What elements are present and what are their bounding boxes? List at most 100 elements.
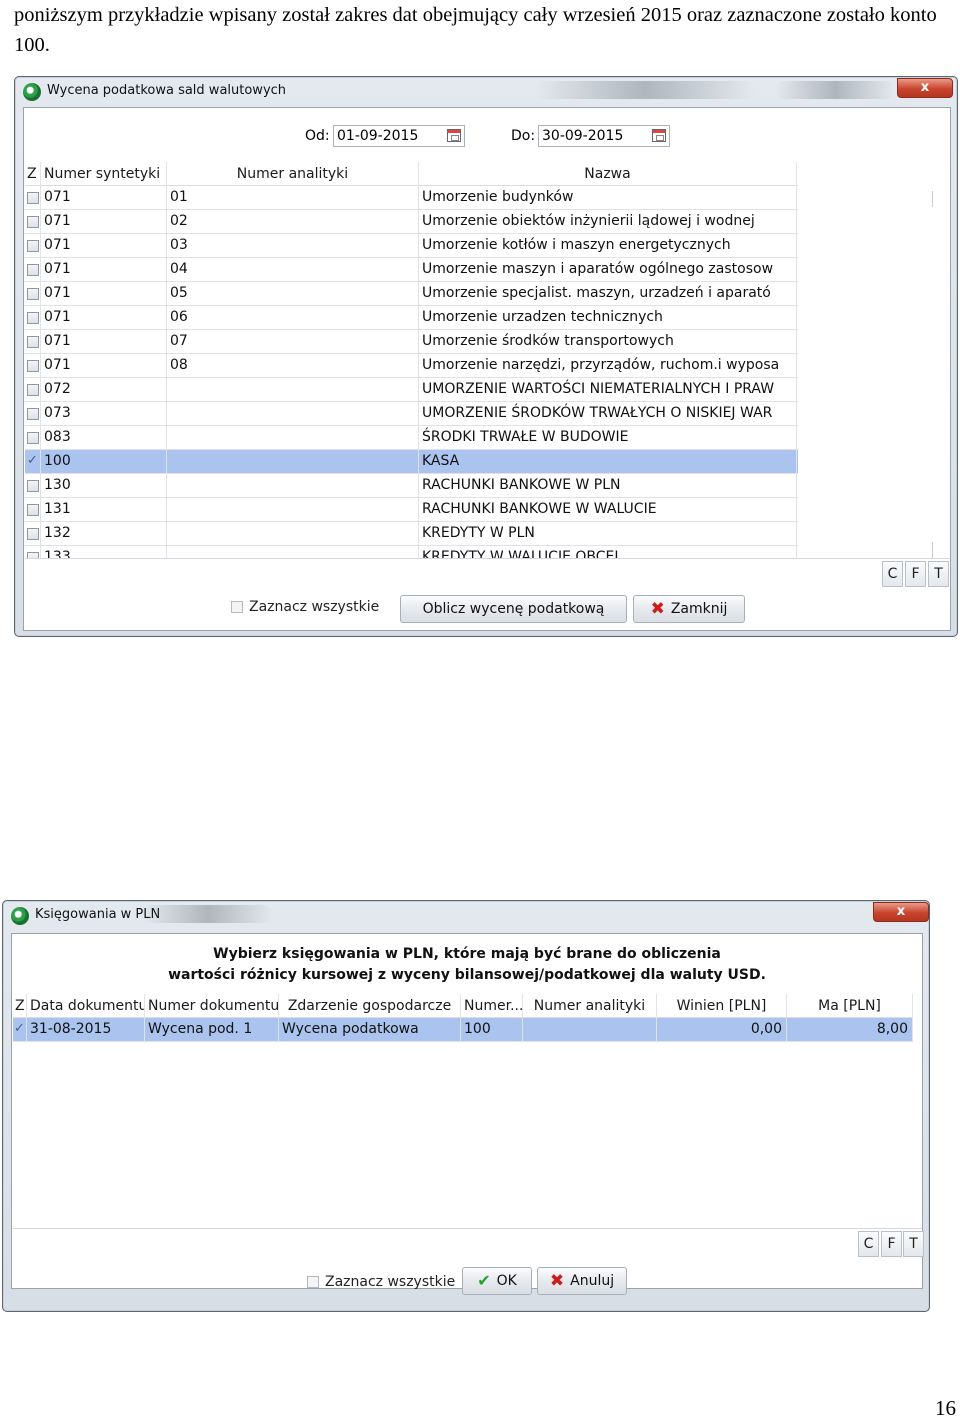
checked-checkbox-icon[interactable]: ✓ (14, 1022, 26, 1036)
checkbox[interactable] (26, 503, 39, 516)
table-row[interactable]: 071 07 Umorzenie środków transportowych (25, 330, 798, 354)
cell-syntetyka[interactable]: 131 (41, 498, 167, 521)
cell-nazwa[interactable]: RACHUNKI BANKOWE W PLN (419, 474, 797, 497)
row-checkbox-cell[interactable] (25, 378, 41, 401)
cell-analityka[interactable]: 07 (167, 330, 419, 353)
column-header-data-dokumentu[interactable]: Data dokumentu (27, 994, 145, 1018)
close-button[interactable]: ✖ Zamknij (633, 595, 745, 623)
cell-analityka[interactable]: 06 (167, 306, 419, 329)
cell-syntetyka[interactable]: 072 (41, 378, 167, 401)
row-checkbox-cell[interactable] (25, 306, 41, 329)
cell-syntetyka[interactable]: 133 (41, 546, 167, 558)
table-row[interactable]: 071 04 Umorzenie maszyn i aparatów ogólneg… (25, 258, 798, 282)
column-header-numer-dokumentu[interactable]: Numer dokumentu (145, 994, 279, 1018)
calendar-icon[interactable] (447, 129, 461, 142)
window-close-button[interactable]: x (873, 902, 929, 922)
cell-nazwa[interactable]: KASA (419, 450, 797, 473)
table-row[interactable]: 071 01 Umorzenie budynków (25, 186, 798, 210)
cell-nazwa[interactable]: Umorzenie kotłów i maszyn energetycznych (419, 234, 797, 257)
table-row[interactable]: 130 RACHUNKI BANKOWE W PLN (25, 474, 798, 498)
checkbox[interactable] (26, 383, 39, 396)
row-checkbox-cell[interactable] (25, 186, 41, 209)
table-row[interactable]: 071 05 Umorzenie specjalist. maszyn, urzad… (25, 282, 798, 306)
row-checkbox-cell[interactable] (25, 426, 41, 449)
cell-analityka[interactable] (523, 1018, 657, 1041)
row-checkbox-cell[interactable]: ✓ (13, 1018, 27, 1041)
column-header-zdarzenie[interactable]: Zdarzenie gospodarcze (279, 994, 461, 1018)
cell-nazwa[interactable]: Umorzenie obiektów inżynierii lądowej i … (419, 210, 797, 233)
table-row[interactable]: ✓ 31-08-2015 Wycena pod. 1 Wycena podatkowa… (13, 1018, 913, 1042)
table-row[interactable]: 072 UMORZENIE WARTOŚCI NIEMATERIALNYCH I … (25, 378, 798, 402)
cell-syntetyka[interactable]: 071 (41, 306, 167, 329)
cell-syntetyka[interactable]: 071 (41, 354, 167, 377)
checkbox[interactable] (26, 527, 39, 540)
table-row[interactable]: 071 03 Umorzenie kotłów i maszyn energetyc… (25, 234, 798, 258)
select-all-control[interactable]: Zaznacz wszystkie (231, 599, 379, 615)
cell-nazwa[interactable]: Umorzenie specjalist. maszyn, urzadzeń i… (419, 282, 797, 305)
cell-analityka[interactable]: 03 (167, 234, 419, 257)
row-checkbox-cell[interactable] (25, 402, 41, 425)
cell-nazwa[interactable]: Umorzenie narzędzi, przyrządów, ruchom.i… (419, 354, 797, 377)
select-all-checkbox[interactable] (231, 601, 243, 613)
table-row[interactable]: 071 06 Umorzenie urzadzen technicznych (25, 306, 798, 330)
scroll-up-icon[interactable]: ▲ (932, 191, 933, 207)
vertical-scrollbar[interactable]: ▲ ▼ (931, 186, 933, 558)
calendar-icon[interactable] (652, 129, 666, 142)
checkbox[interactable] (26, 215, 39, 228)
cell-data-dokumentu[interactable]: 31-08-2015 (27, 1018, 145, 1041)
row-checkbox-cell[interactable] (25, 546, 41, 558)
checkbox[interactable] (26, 431, 39, 444)
cell-nazwa[interactable]: UMORZENIE ŚRODKÓW TRWAŁYCH O NISKIEJ WAR (419, 402, 797, 425)
cell-nazwa[interactable]: RACHUNKI BANKOWE W WALUCIE (419, 498, 797, 521)
column-header-nazwa[interactable]: Nazwa (419, 162, 797, 186)
cell-analityka[interactable]: 01 (167, 186, 419, 209)
checkbox[interactable] (26, 479, 39, 492)
cell-analityka[interactable] (167, 546, 419, 558)
cell-analityka[interactable] (167, 450, 419, 473)
ok-button[interactable]: ✔ OK (462, 1267, 532, 1295)
cell-syntetyka[interactable]: 083 (41, 426, 167, 449)
window-close-button[interactable]: x (897, 78, 953, 98)
cell-syntetyka[interactable]: 132 (41, 522, 167, 545)
cell-zdarzenie[interactable]: Wycena podatkowa (279, 1018, 461, 1041)
table-row[interactable]: 131 RACHUNKI BANKOWE W WALUCIE (25, 498, 798, 522)
column-header-analityka[interactable]: Numer analityki (523, 994, 657, 1018)
cell-syntetyka[interactable]: 130 (41, 474, 167, 497)
cell-syntetyka[interactable]: 100 (41, 450, 167, 473)
cell-nazwa[interactable]: KREDYTY W PLN (419, 522, 797, 545)
cell-syntetyka[interactable]: 071 (41, 330, 167, 353)
cell-nazwa[interactable]: Umorzenie maszyn i aparatów ogólnego zas… (419, 258, 797, 281)
row-checkbox-cell[interactable] (25, 330, 41, 353)
column-header-z[interactable]: Z (25, 162, 41, 186)
cell-nazwa[interactable]: ŚRODKI TRWAŁE W BUDOWIE (419, 426, 797, 449)
row-checkbox-cell[interactable] (25, 258, 41, 281)
cell-numer-dokumentu[interactable]: Wycena pod. 1 (145, 1018, 279, 1041)
column-header-winien[interactable]: Winien [PLN] (657, 994, 787, 1018)
checkbox[interactable] (26, 287, 39, 300)
cell-syntetyka[interactable]: 071 (41, 210, 167, 233)
cancel-button[interactable]: ✖ Anuluj (537, 1267, 627, 1295)
filter-t-button[interactable]: T (928, 561, 949, 587)
cell-analityka[interactable] (167, 498, 419, 521)
filter-t-button[interactable]: T (903, 1231, 924, 1257)
row-checkbox-cell[interactable] (25, 282, 41, 305)
column-header-analityka[interactable]: Numer analityki (167, 162, 419, 186)
cell-analityka[interactable] (167, 522, 419, 545)
cell-numer[interactable]: 100 (461, 1018, 523, 1041)
select-all-control[interactable]: Zaznacz wszystkie (307, 1274, 455, 1290)
cell-syntetyka[interactable]: 071 (41, 258, 167, 281)
cell-nazwa[interactable]: UMORZENIE WARTOŚCI NIEMATERIALNYCH I PRA… (419, 378, 797, 401)
cell-syntetyka[interactable]: 071 (41, 282, 167, 305)
select-all-checkbox[interactable] (307, 1276, 319, 1288)
checkbox[interactable] (26, 263, 39, 276)
row-checkbox-cell[interactable] (25, 498, 41, 521)
cell-syntetyka[interactable]: 071 (41, 186, 167, 209)
table-row[interactable]: 132 KREDYTY W PLN (25, 522, 798, 546)
cell-nazwa[interactable]: Umorzenie budynków (419, 186, 797, 209)
date-from-field[interactable]: 01-09-2015 (333, 125, 465, 147)
table-row[interactable]: 073 UMORZENIE ŚRODKÓW TRWAŁYCH O NISKIEJ … (25, 402, 798, 426)
cell-analityka[interactable] (167, 474, 419, 497)
table-row[interactable]: ✓ 100 KASA (25, 450, 798, 474)
checkbox[interactable] (26, 407, 39, 420)
filter-c-button[interactable]: C (858, 1231, 879, 1257)
